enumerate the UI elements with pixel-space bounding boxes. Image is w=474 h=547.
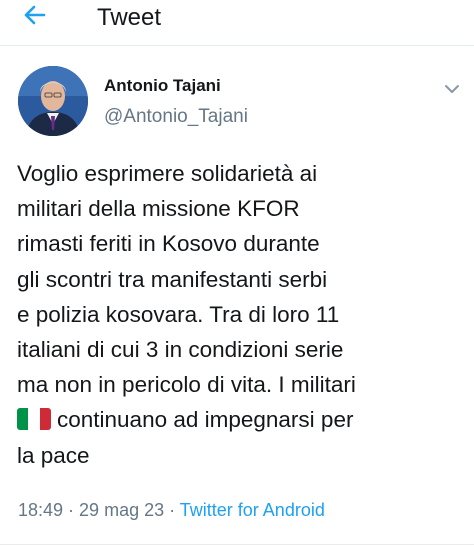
tweet-line: Voglio esprimere solidarietà ai (17, 161, 318, 186)
back-button[interactable] (18, 2, 58, 38)
author-handle[interactable]: @Antonio_Tajani (104, 105, 248, 129)
italy-flag-icon (17, 408, 51, 431)
tweet-line: e polizia kosovara. Tra di loro 11 (17, 301, 340, 327)
tweet-line: rimasti feriti in Kosovo durante (17, 231, 320, 257)
tweet-source-link[interactable]: Twitter for Android (180, 500, 325, 520)
tweet-line: la pace (17, 442, 90, 468)
tweet-date: 29 mag 23 (79, 500, 165, 520)
tweet-line-text: continuano ad impegnarsi per (57, 407, 354, 433)
tweet-line: ma non in pericolo di vita. I militari (17, 372, 356, 398)
tweet-line-with-flag: continuano ad impegnarsi per (17, 402, 467, 437)
meta-separator: · (164, 500, 180, 520)
divider (0, 544, 474, 545)
meta-separator: · (63, 500, 80, 520)
avatar[interactable] (18, 66, 88, 136)
author-name[interactable]: Antonio Tajani (104, 75, 221, 97)
avatar-photo (18, 66, 88, 136)
page-title: Tweet (97, 4, 162, 31)
tweet-line: militari della missione KFOR (17, 196, 300, 222)
tweet-time: 18:49 (18, 500, 64, 520)
tweet-text: Voglio esprimere solidarietà ai militari… (17, 156, 467, 473)
top-app-bar: Tweet (0, 0, 474, 46)
tweet-detail-screen: Tweet Antonio Tajani @Antonio_Tajani Vog… (0, 0, 474, 547)
more-options-button[interactable] (438, 78, 466, 100)
tweet-line: gli scontri tra manifestanti serbi (17, 266, 328, 292)
chevron-down-icon (445, 85, 459, 93)
tweet-line: italiani di cui 3 in condizioni serie (17, 337, 344, 363)
arrow-left-icon (24, 5, 46, 25)
tweet-meta: 18:49 · 29 mag 23 · Twitter for Android (18, 498, 325, 522)
